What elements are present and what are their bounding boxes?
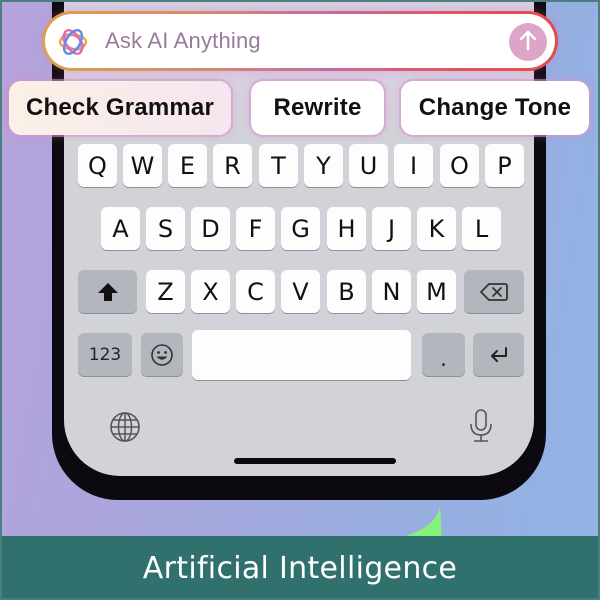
caption-text: Artificial Intelligence — [142, 550, 458, 586]
period-key-label: . — [440, 347, 447, 372]
key-x[interactable]: X — [191, 270, 230, 313]
ask-ai-placeholder: Ask AI Anything — [105, 28, 261, 53]
key-p[interactable]: P — [485, 144, 524, 187]
backspace-icon — [479, 281, 509, 303]
shift-key[interactable] — [78, 270, 137, 313]
key-v[interactable]: V — [281, 270, 320, 313]
arrow-up-icon — [518, 29, 538, 56]
key-i[interactable]: I — [394, 144, 433, 187]
delete-key[interactable] — [464, 270, 524, 313]
ask-ai-bar: Ask AI Anything — [42, 11, 558, 71]
key-e[interactable]: E — [168, 144, 207, 187]
key-d[interactable]: D — [191, 207, 230, 250]
caption-banner: Artificial Intelligence — [0, 536, 600, 600]
key-k[interactable]: K — [417, 207, 456, 250]
key-c[interactable]: C — [236, 270, 275, 313]
space-bar[interactable] — [192, 330, 411, 380]
decorative-swoosh — [380, 500, 460, 540]
ask-ai-input[interactable]: Ask AI Anything — [45, 14, 555, 68]
key-n[interactable]: N — [372, 270, 411, 313]
shift-icon — [96, 281, 120, 303]
globe-icon — [109, 411, 141, 448]
microphone-button[interactable] — [467, 408, 495, 449]
key-a[interactable]: A — [101, 207, 140, 250]
key-r[interactable]: R — [213, 144, 252, 187]
emoji-key[interactable] — [141, 333, 183, 376]
key-s[interactable]: S — [146, 207, 185, 250]
check-grammar-button[interactable]: Check Grammar — [9, 81, 231, 135]
key-y[interactable]: Y — [304, 144, 343, 187]
emoji-icon — [150, 343, 174, 367]
return-key[interactable] — [473, 333, 524, 376]
key-m[interactable]: M — [417, 270, 456, 313]
return-icon — [487, 344, 511, 366]
change-tone-button[interactable]: Change Tone — [401, 81, 589, 135]
phone-frame: Q W E R T Y U I O P A S D F G H J K L Z … — [52, 0, 546, 500]
phone-screen: Q W E R T Y U I O P A S D F G H J K L Z … — [64, 0, 534, 476]
key-t[interactable]: T — [259, 144, 298, 187]
key-z[interactable]: Z — [146, 270, 185, 313]
rewrite-button[interactable]: Rewrite — [251, 81, 384, 135]
key-h[interactable]: H — [327, 207, 366, 250]
ai-flower-logo-icon — [55, 24, 91, 60]
globe-button[interactable] — [109, 411, 141, 448]
key-l[interactable]: L — [462, 207, 501, 250]
key-u[interactable]: U — [349, 144, 388, 187]
key-j[interactable]: J — [372, 207, 411, 250]
key-w[interactable]: W — [123, 144, 162, 187]
key-q[interactable]: Q — [78, 144, 117, 187]
home-indicator — [234, 458, 396, 464]
numbers-key-label: 123 — [88, 344, 122, 365]
key-g[interactable]: G — [281, 207, 320, 250]
key-b[interactable]: B — [327, 270, 366, 313]
key-o[interactable]: O — [440, 144, 479, 187]
send-button[interactable] — [509, 23, 547, 61]
key-f[interactable]: F — [236, 207, 275, 250]
microphone-icon — [467, 408, 495, 449]
numbers-key[interactable]: 123 — [78, 333, 132, 376]
period-key[interactable]: . — [422, 333, 465, 376]
